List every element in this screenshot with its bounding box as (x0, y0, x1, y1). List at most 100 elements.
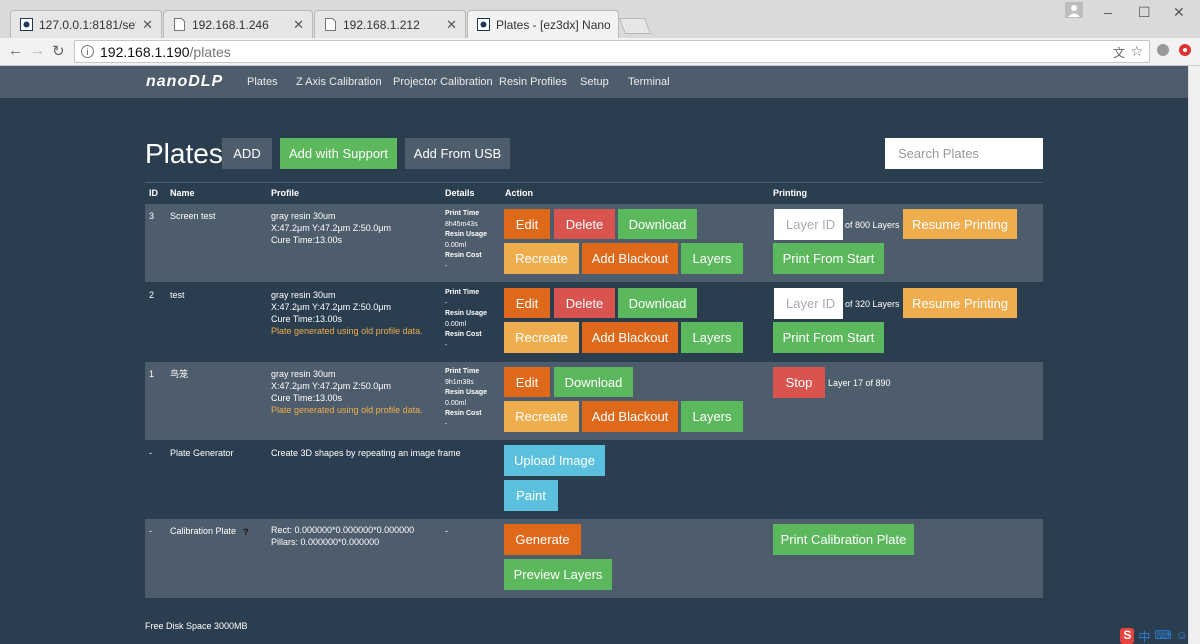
brand-logo[interactable]: nanoDLP (146, 73, 223, 91)
layers-button[interactable]: Layers (681, 322, 743, 353)
add-from-usb-button[interactable]: Add From USB (405, 138, 510, 169)
table-header: ID Name Profile Details Action Printing (145, 182, 1043, 203)
edit-button[interactable]: Edit (504, 367, 550, 397)
minimize-icon[interactable]: – (1104, 4, 1112, 20)
layers-button[interactable]: Layers (681, 243, 743, 274)
generator-name: Plate Generator (170, 448, 234, 458)
search-plates-input[interactable]: Search Plates (885, 138, 1043, 169)
preview-layers-button[interactable]: Preview Layers (504, 559, 612, 590)
browser-tab-246[interactable]: 192.168.1.246 ✕ (163, 10, 313, 38)
plate-profile: gray resin 30um X:47.2μm Y:47.2μm Z:50.0… (271, 369, 423, 415)
url-path: /plates (189, 43, 231, 60)
profile-icon[interactable] (1065, 2, 1083, 18)
nanodlp-icon (19, 18, 33, 32)
new-tab-button[interactable] (619, 18, 651, 34)
calibration-plate-row: - Calibration Plate ? Rect: 0.000000*0.0… (145, 519, 1043, 598)
adblock-icon[interactable] (1178, 43, 1192, 61)
address-bar[interactable]: i 192.168.1.190/plates 文 ☆ (74, 40, 1150, 63)
recreate-button[interactable]: Recreate (504, 322, 579, 353)
app-navbar: nanoDLP Plates Z Axis Calibration Projec… (0, 66, 1200, 98)
upload-image-button[interactable]: Upload Image (504, 445, 605, 476)
nav-resin-profiles[interactable]: Resin Profiles (499, 76, 567, 88)
recreate-button[interactable]: Recreate (504, 243, 579, 274)
vertical-scrollbar[interactable] (1188, 66, 1200, 644)
close-icon[interactable]: ✕ (446, 17, 457, 33)
browser-toolbar: ← → ↻ i 192.168.1.190/plates 文 ☆ (0, 38, 1200, 66)
tray-icon[interactable]: ⌨ (1154, 628, 1171, 644)
stop-button[interactable]: Stop (773, 367, 825, 398)
plate-name[interactable]: Screen test (170, 210, 216, 222)
layer-id-input[interactable]: Layer ID (774, 288, 843, 319)
tab-title: 192.168.1.246 (192, 17, 269, 32)
tray-icon[interactable]: 中 (1138, 628, 1150, 644)
plate-name[interactable]: test (170, 289, 185, 301)
maximize-icon[interactable]: ☐ (1138, 4, 1151, 21)
add-blackout-button[interactable]: Add Blackout (582, 401, 678, 432)
tab-title: 127.0.0.1:8181/settings (39, 17, 136, 32)
nav-plates[interactable]: Plates (247, 76, 278, 88)
download-button[interactable]: Download (618, 209, 697, 239)
plate-details: Print Time 8h45m43s Resin Usage 0.00ml R… (445, 210, 488, 270)
page-icon (172, 18, 186, 32)
page-title: Plates (145, 138, 223, 169)
plate-profile: gray resin 30um X:47.2μm Y:47.2μm Z:50.0… (271, 290, 423, 336)
edit-button[interactable]: Edit (504, 288, 550, 318)
forward-arrow-icon[interactable]: → (30, 42, 45, 59)
nav-z-axis-calibration[interactable]: Z Axis Calibration (296, 76, 382, 88)
info-icon[interactable]: i (81, 45, 94, 58)
reload-icon[interactable]: ↻ (52, 42, 65, 60)
plate-id: 3 (149, 211, 155, 221)
tab-title: Plates - [ez3dx] NanoD (496, 17, 610, 32)
resume-printing-button[interactable]: Resume Printing (903, 288, 1017, 318)
col-printing: Printing (773, 188, 807, 198)
close-icon[interactable]: ✕ (293, 17, 304, 33)
plate-name[interactable]: 鸟笼 (170, 368, 188, 380)
browser-tab-plates[interactable]: Plates - [ez3dx] NanoD (467, 10, 619, 38)
download-button[interactable]: Download (554, 367, 633, 397)
recreate-button[interactable]: Recreate (504, 401, 579, 432)
help-icon[interactable]: ? (243, 527, 249, 537)
layer-count: of 320 Layers (845, 299, 900, 309)
free-disk-space: Free Disk Space 3000MB (145, 621, 248, 631)
download-button[interactable]: Download (618, 288, 697, 318)
input-method-icon[interactable]: S (1120, 628, 1135, 644)
extension-icon[interactable] (1156, 43, 1170, 61)
table-row: 1 鸟笼 gray resin 30um X:47.2μm Y:47.2μm Z… (145, 362, 1043, 440)
delete-button[interactable]: Delete (554, 209, 615, 239)
generate-button[interactable]: Generate (504, 524, 581, 555)
add-button[interactable]: ADD (222, 138, 272, 169)
nav-terminal[interactable]: Terminal (628, 76, 670, 88)
resume-printing-button[interactable]: Resume Printing (903, 209, 1017, 239)
add-blackout-button[interactable]: Add Blackout (582, 243, 678, 274)
star-icon[interactable]: ☆ (1130, 43, 1143, 60)
nav-setup[interactable]: Setup (580, 76, 609, 88)
calibration-dimensions: Rect: 0.000000*0.000000*0.000000 Pillars… (271, 525, 415, 547)
nav-projector-calibration[interactable]: Projector Calibration (393, 76, 493, 88)
add-with-support-button[interactable]: Add with Support (280, 138, 397, 169)
calibration-id: - (149, 526, 152, 536)
browser-tab-settings[interactable]: 127.0.0.1:8181/settings ✕ (10, 10, 162, 38)
plate-details: Print Time 9h1m38s Resin Usage 0.00ml Re… (445, 368, 488, 428)
add-blackout-button[interactable]: Add Blackout (582, 322, 678, 353)
print-calibration-plate-button[interactable]: Print Calibration Plate (773, 524, 914, 555)
old-profile-warning: Plate generated using old profile data. (271, 326, 423, 336)
close-icon[interactable]: ✕ (142, 17, 153, 33)
old-profile-warning: Plate generated using old profile data. (271, 405, 423, 415)
window-close-icon[interactable]: ✕ (1173, 4, 1185, 21)
calibration-details: - (445, 526, 448, 536)
paint-button[interactable]: Paint (504, 480, 558, 511)
layer-id-input[interactable]: Layer ID (774, 209, 843, 240)
plate-id: 2 (149, 290, 155, 300)
edit-button[interactable]: Edit (504, 209, 550, 239)
back-arrow-icon[interactable]: ← (8, 42, 23, 59)
browser-tab-212[interactable]: 192.168.1.212 ✕ (314, 10, 466, 38)
delete-button[interactable]: Delete (554, 288, 615, 318)
print-from-start-button[interactable]: Print From Start (773, 322, 884, 353)
col-profile: Profile (271, 188, 300, 198)
translate-icon[interactable]: 文 (1113, 44, 1125, 61)
tray-icon[interactable]: ☺ (1176, 628, 1188, 644)
print-from-start-button[interactable]: Print From Start (773, 243, 884, 274)
generator-id: - (149, 448, 152, 458)
col-id: ID (149, 188, 158, 198)
layers-button[interactable]: Layers (681, 401, 743, 432)
